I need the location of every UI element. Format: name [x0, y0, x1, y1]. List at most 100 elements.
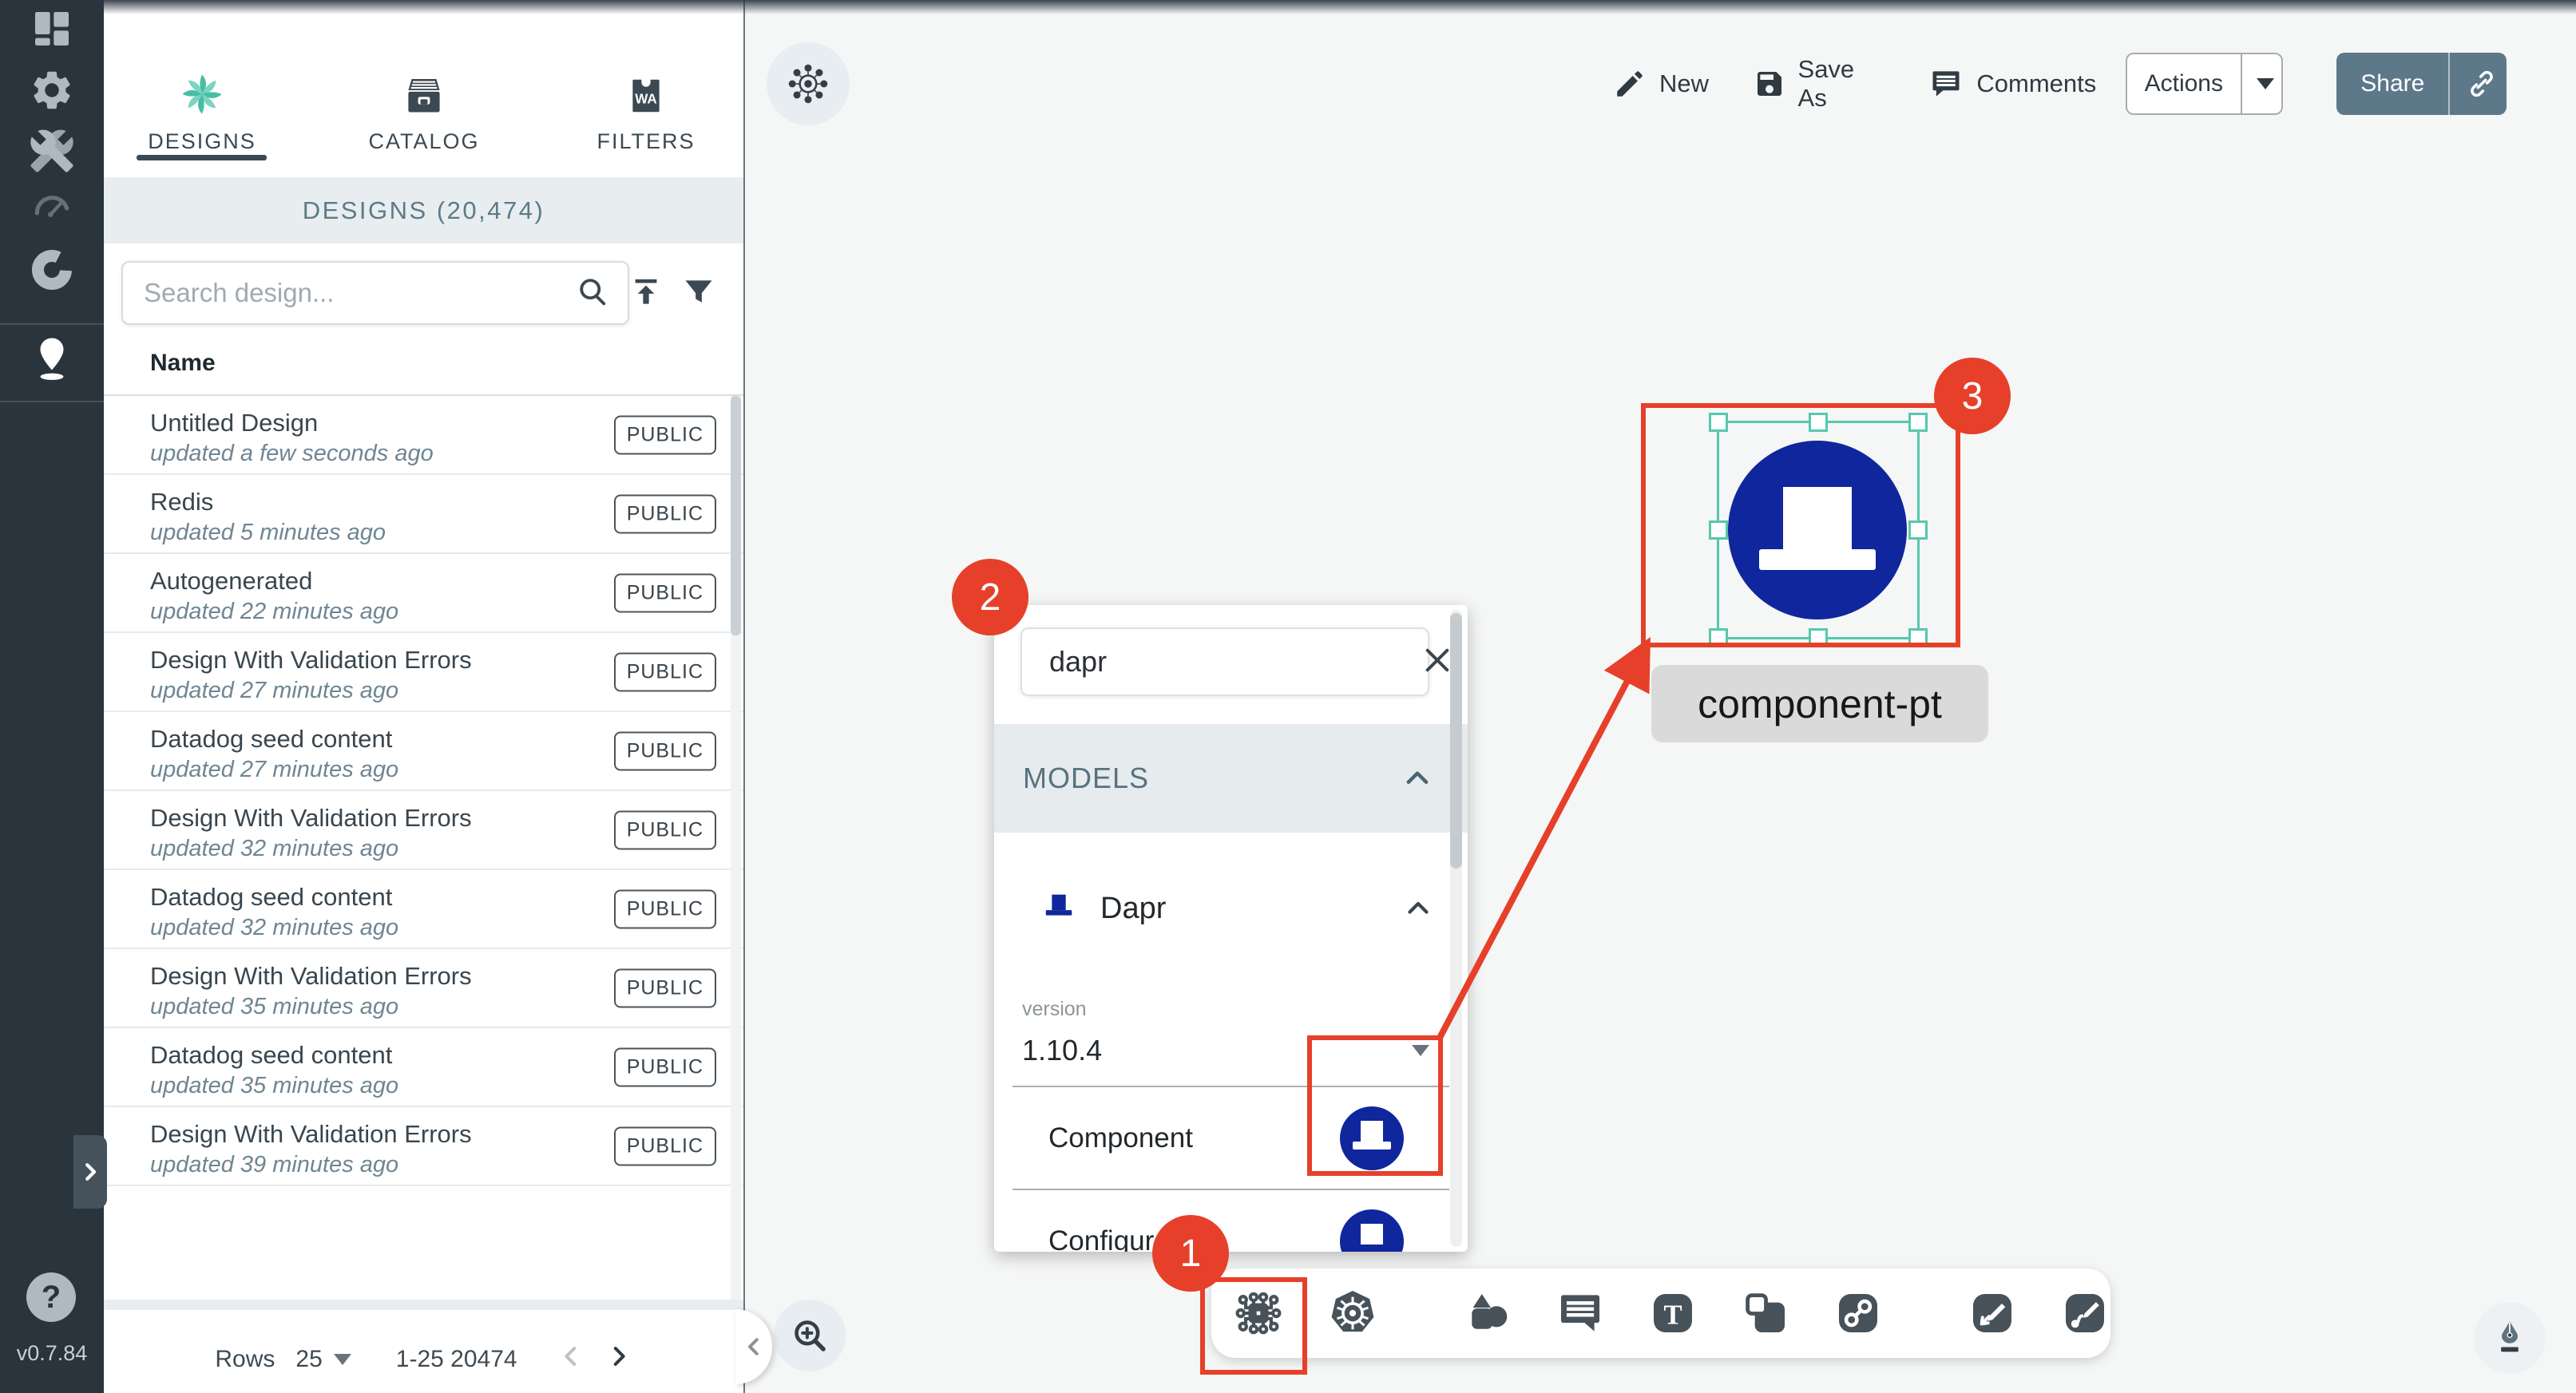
search-icon[interactable] [575, 274, 628, 313]
kubernetes-icon [1326, 1287, 1379, 1340]
tab-catalog-label: CATALOG [328, 129, 520, 154]
design-updated: updated 5 minutes ago [150, 520, 386, 546]
lifecycle-gears-icon[interactable] [29, 67, 75, 113]
filter-icon[interactable] [680, 274, 717, 315]
actions-label: Actions [2127, 54, 2241, 113]
panel-scrollbar-thumb[interactable] [1450, 613, 1462, 869]
design-row[interactable]: Design With Validation Errorsupdated 27 … [104, 633, 743, 712]
app-version: v0.7.84 [0, 1341, 104, 1366]
designs-pin-icon[interactable] [29, 334, 75, 386]
wasm-filters-icon: WA [550, 24, 742, 118]
shapes-tool-button[interactable] [1462, 1288, 1513, 1339]
extensions-donut-icon[interactable] [28, 246, 76, 294]
design-row[interactable]: Design With Validation Errorsupdated 32 … [104, 791, 743, 870]
pagination: Rows 25 1-25 20474 [104, 1325, 743, 1393]
model-name: Dapr [1100, 892, 1404, 926]
design-row[interactable]: Design With Validation Errorsupdated 35 … [104, 949, 743, 1028]
zoom-button[interactable] [774, 1300, 846, 1371]
tab-catalog[interactable]: CATALOG [328, 24, 520, 154]
chevron-left-icon [742, 1335, 766, 1359]
tab-designs-label: DESIGNS [106, 129, 298, 154]
visibility-badge: PUBLIC [614, 415, 716, 454]
caret-down-icon [2257, 78, 2274, 89]
design-row[interactable]: Untitled Designupdated a few seconds ago… [104, 396, 743, 475]
freehand-tool-button[interactable] [2059, 1288, 2110, 1339]
mesh-cluster-button[interactable] [767, 42, 850, 125]
chevron-left-icon [557, 1343, 585, 1370]
visibility-badge: PUBLIC [614, 731, 716, 770]
rows-label: Rows [215, 1346, 275, 1373]
comment-tool-button[interactable] [1555, 1288, 1606, 1339]
design-row[interactable]: Design With Validation Errorsupdated 39 … [104, 1107, 743, 1186]
meshery-spiral-icon [106, 24, 298, 118]
design-name: Untitled Design [150, 409, 318, 437]
help-button[interactable]: ? [26, 1272, 76, 1322]
annotation-badge-1: 1 [1152, 1215, 1229, 1292]
models-section-header[interactable]: MODELS [994, 724, 1468, 833]
design-row[interactable]: Datadog seed contentupdated 27 minutes a… [104, 712, 743, 791]
freehand-draw-icon [2059, 1288, 2110, 1339]
share-split-button[interactable]: Share [2336, 53, 2507, 115]
next-page-button[interactable] [605, 1343, 632, 1376]
performance-gauge-icon[interactable] [30, 185, 74, 230]
rows-per-page-select[interactable]: 25 [295, 1346, 351, 1373]
link-tool-icon [1833, 1288, 1884, 1339]
kubernetes-tool-button[interactable] [1326, 1287, 1379, 1340]
chevron-right-icon [78, 1160, 102, 1184]
design-row[interactable]: Datadog seed contentupdated 32 minutes a… [104, 870, 743, 949]
panel-search-input[interactable] [1022, 645, 1421, 679]
text-icon: T [1647, 1288, 1698, 1339]
design-name: Design With Validation Errors [150, 962, 472, 991]
pen-arrow-icon [1967, 1288, 2018, 1339]
publish-icon[interactable] [628, 274, 664, 315]
node-label[interactable]: component-pt [1651, 665, 1988, 742]
shapes-icon [1462, 1288, 1513, 1339]
pen-nib-icon [2489, 1317, 2530, 1359]
chevron-up-icon[interactable] [1404, 894, 1433, 923]
design-name: Datadog seed content [150, 883, 392, 912]
drawer-scrollbar-thumb[interactable] [731, 396, 741, 635]
annotation-badge-3: 3 [1934, 358, 2011, 434]
version-value: 1.10.4 [1022, 1034, 1102, 1067]
svg-text:WA: WA [635, 92, 657, 107]
visibility-badge: PUBLIC [614, 1047, 716, 1086]
copy-link-button[interactable] [2448, 53, 2506, 115]
design-row[interactable]: Datadog seed contentupdated 35 minutes a… [104, 1028, 743, 1107]
help-glyph: ? [42, 1280, 61, 1316]
expand-panel-handle[interactable] [73, 1135, 107, 1209]
annotation-box-toolbar [1200, 1277, 1307, 1375]
pencil-icon [1613, 67, 1647, 101]
configuration-row[interactable]: Configuration [994, 1190, 1468, 1252]
pen-arrow-tool-button[interactable] [1967, 1288, 2018, 1339]
visibility-badge: PUBLIC [614, 968, 716, 1007]
design-row[interactable]: Redisupdated 5 minutes agoPUBLIC [104, 475, 743, 554]
designs-drawer: DESIGNS CATALOG WA FILTERS [104, 0, 745, 1393]
dashboard-icon[interactable] [30, 6, 74, 51]
side-navigation: ? v0.7.84 [0, 0, 104, 1393]
text-tool-button[interactable]: T [1647, 1288, 1698, 1339]
tab-filters[interactable]: WA FILTERS [550, 24, 742, 154]
link-tool-button[interactable] [1833, 1288, 1884, 1339]
actions-split-button[interactable]: Actions [2126, 53, 2284, 115]
tab-designs[interactable]: DESIGNS [106, 24, 298, 154]
configuration-wrenches-icon[interactable] [29, 128, 75, 174]
comments-button[interactable]: Comments [1928, 66, 2096, 101]
prev-page-button[interactable] [557, 1343, 585, 1376]
design-updated: updated 35 minutes ago [150, 1073, 398, 1099]
design-search [121, 261, 629, 325]
actions-dropdown-button[interactable] [2241, 54, 2283, 113]
chevron-up-icon[interactable] [1402, 763, 1433, 793]
rows-per-page-value: 25 [295, 1346, 322, 1373]
pen-mode-button[interactable] [2474, 1302, 2546, 1374]
new-button[interactable]: New [1613, 67, 1709, 101]
component-label: Component [1048, 1122, 1193, 1154]
save-as-button[interactable]: Save As [1754, 55, 1884, 113]
rectangle-tool-button[interactable] [1740, 1288, 1791, 1339]
panel-search [1020, 627, 1429, 696]
design-row[interactable]: Autogeneratedupdated 22 minutes agoPUBLI… [104, 554, 743, 633]
design-search-input[interactable] [123, 278, 575, 308]
model-row-dapr[interactable]: Dapr [994, 833, 1468, 984]
column-header-name: Name [150, 350, 216, 377]
tab-filters-label: FILTERS [550, 129, 742, 154]
design-name: Design With Validation Errors [150, 804, 472, 833]
